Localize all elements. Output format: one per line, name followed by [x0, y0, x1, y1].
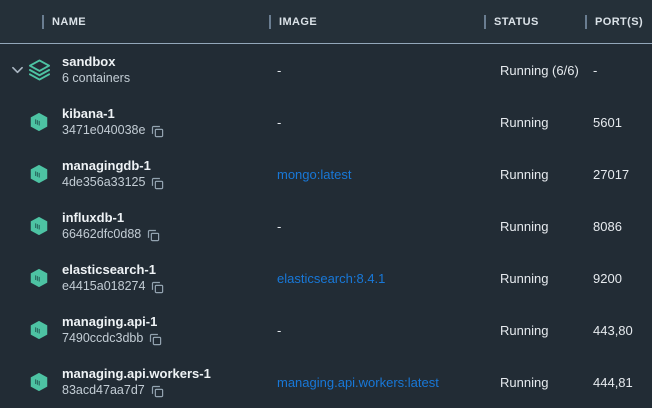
container-name: sandbox [62, 53, 267, 70]
status-text: Running [492, 219, 593, 234]
container-icon [28, 163, 50, 185]
row-icon-cell [0, 148, 62, 200]
containers-table: NAME IMAGE STATUS PORT(S) [0, 0, 652, 405]
container-id: 4de356a33125 [62, 174, 145, 191]
table-row[interactable]: managing.api.workers-1 83acd47aa7d7 mana… [0, 356, 652, 408]
column-divider [585, 15, 587, 29]
row-icon-cell [0, 200, 62, 252]
table-row[interactable]: elasticsearch-1 e4415a018274 elasticsear… [0, 252, 652, 304]
copy-icon[interactable] [151, 385, 164, 398]
container-id: 83acd47aa7d7 [62, 382, 145, 399]
chevron-down-icon[interactable] [12, 66, 23, 74]
row-icon-cell [0, 252, 62, 304]
copy-icon[interactable] [149, 333, 162, 346]
container-id: 6 containers [62, 70, 130, 87]
status-text: Running (6/6) [492, 63, 593, 78]
status-text: Running [492, 375, 593, 390]
row-icon-cell [0, 356, 62, 408]
column-divider [42, 15, 44, 29]
name-cell: sandbox 6 containers [62, 53, 277, 87]
image-cell: - [277, 219, 492, 234]
column-header-ports[interactable]: PORT(S) [585, 0, 643, 43]
image-name: - [277, 323, 281, 338]
ports-text: 444,81 [593, 375, 652, 390]
table-row[interactable]: influxdb-1 66462dfc0d88 - Running 8086 [0, 200, 652, 252]
copy-icon[interactable] [151, 281, 164, 294]
column-label: NAME [52, 16, 86, 28]
container-id: 66462dfc0d88 [62, 226, 141, 243]
container-id: 7490ccdc3dbb [62, 330, 143, 347]
status-text: Running [492, 323, 593, 338]
name-cell: influxdb-1 66462dfc0d88 [62, 209, 277, 243]
name-cell: elasticsearch-1 e4415a018274 [62, 261, 277, 295]
image-name[interactable]: managing.api.workers:latest [277, 375, 439, 390]
row-icon-cell [0, 304, 62, 356]
container-icon [28, 371, 50, 393]
image-name[interactable]: mongo:latest [277, 167, 351, 182]
ports-text: 443,80 [593, 323, 652, 338]
copy-icon[interactable] [151, 177, 164, 190]
name-cell: kibana-1 3471e040038e [62, 105, 277, 139]
image-name[interactable]: elasticsearch:8.4.1 [277, 271, 385, 286]
status-text: Running [492, 115, 593, 130]
container-name: managingdb-1 [62, 157, 267, 174]
column-label: STATUS [494, 16, 539, 28]
image-cell: managing.api.workers:latest [277, 375, 492, 390]
table-row[interactable]: managingdb-1 4de356a33125 mongo:latest R… [0, 148, 652, 200]
column-label: PORT(S) [595, 16, 643, 28]
status-text: Running [492, 167, 593, 182]
image-cell: elasticsearch:8.4.1 [277, 271, 492, 286]
table-body: sandbox 6 containers - Running (6/6) - [0, 44, 652, 408]
container-name: elasticsearch-1 [62, 261, 267, 278]
copy-icon[interactable] [151, 125, 164, 138]
table-row[interactable]: managing.api-1 7490ccdc3dbb - Running 44… [0, 304, 652, 356]
table-header: NAME IMAGE STATUS PORT(S) [0, 0, 652, 44]
container-icon [28, 267, 50, 289]
name-cell: managingdb-1 4de356a33125 [62, 157, 277, 191]
column-divider [484, 15, 486, 29]
ports-text: - [593, 63, 652, 78]
image-cell: - [277, 323, 492, 338]
container-name: influxdb-1 [62, 209, 267, 226]
ports-text: 27017 [593, 167, 652, 182]
column-divider [269, 15, 271, 29]
copy-icon[interactable] [147, 229, 160, 242]
name-cell: managing.api-1 7490ccdc3dbb [62, 313, 277, 347]
stack-icon [28, 59, 51, 82]
row-icon-cell [0, 96, 62, 148]
image-name: - [277, 219, 281, 234]
status-text: Running [492, 271, 593, 286]
image-cell: - [277, 115, 492, 130]
container-icon [28, 319, 50, 341]
ports-text: 5601 [593, 115, 652, 130]
container-icon [28, 215, 50, 237]
container-id: 3471e040038e [62, 122, 145, 139]
column-header-image[interactable]: IMAGE [269, 0, 317, 43]
container-name: managing.api-1 [62, 313, 267, 330]
image-cell: mongo:latest [277, 167, 492, 182]
image-name: - [277, 63, 281, 78]
container-id: e4415a018274 [62, 278, 145, 295]
table-row[interactable]: kibana-1 3471e040038e - Running 5601 [0, 96, 652, 148]
image-name: - [277, 115, 281, 130]
table-row[interactable]: sandbox 6 containers - Running (6/6) - [0, 44, 652, 96]
name-cell: managing.api.workers-1 83acd47aa7d7 [62, 365, 277, 399]
row-icon-cell [0, 44, 62, 96]
container-icon [28, 111, 50, 133]
image-cell: - [277, 63, 492, 78]
container-name: managing.api.workers-1 [62, 365, 267, 382]
column-label: IMAGE [279, 16, 317, 28]
column-header-name[interactable]: NAME [42, 0, 86, 43]
container-name: kibana-1 [62, 105, 267, 122]
ports-text: 8086 [593, 219, 652, 234]
column-header-status[interactable]: STATUS [484, 0, 539, 43]
ports-text: 9200 [593, 271, 652, 286]
